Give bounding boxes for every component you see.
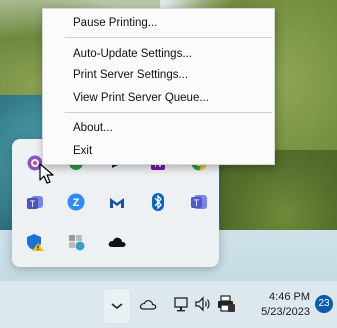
- svg-text:T: T: [194, 198, 200, 208]
- printer-icon[interactable]: [216, 295, 236, 313]
- svg-text:T: T: [30, 199, 36, 209]
- menu-item-exit[interactable]: Exit: [44, 141, 273, 161]
- malwarebytes-icon[interactable]: [106, 191, 128, 213]
- teams-business-icon[interactable]: T: [188, 191, 210, 213]
- show-hidden-icons-button[interactable]: [103, 288, 131, 324]
- menu-item-pause-printing[interactable]: Pause Printing...: [44, 13, 273, 33]
- onedrive-icon[interactable]: [139, 297, 157, 311]
- taskbar: 4:46 PM 5/23/2023 23: [0, 280, 337, 328]
- network-icon[interactable]: [172, 295, 190, 313]
- mouse-cursor-icon: [39, 163, 54, 184]
- volume-icon[interactable]: [194, 295, 212, 313]
- menu-item-about[interactable]: About...: [44, 118, 273, 138]
- menu-item-print-server-settings[interactable]: Print Server Settings...: [44, 65, 273, 85]
- menu-item-view-print-server-queue[interactable]: View Print Server Queue...: [44, 88, 273, 108]
- onedrive-icon[interactable]: [106, 231, 128, 253]
- settings-app-icon[interactable]: [65, 231, 87, 253]
- context-menu: Pause Printing... Auto-Update Settings..…: [42, 8, 275, 165]
- menu-separator: [65, 37, 272, 38]
- zoom-icon[interactable]: Z: [65, 191, 87, 213]
- menu-item-auto-update-settings[interactable]: Auto-Update Settings...: [44, 44, 273, 64]
- teams-icon[interactable]: T: [24, 191, 46, 213]
- clock[interactable]: 4:46 PM 5/23/2023: [248, 290, 310, 320]
- clock-date: 5/23/2023: [261, 306, 310, 318]
- chevron-up-icon: [111, 303, 123, 310]
- menu-separator: [65, 112, 272, 113]
- clock-time: 4:46 PM: [269, 291, 310, 303]
- bluetooth-icon[interactable]: [147, 191, 169, 213]
- svg-text:Z: Z: [73, 197, 80, 209]
- notification-count-badge[interactable]: 23: [315, 295, 333, 313]
- security-warning-icon[interactable]: [24, 231, 46, 253]
